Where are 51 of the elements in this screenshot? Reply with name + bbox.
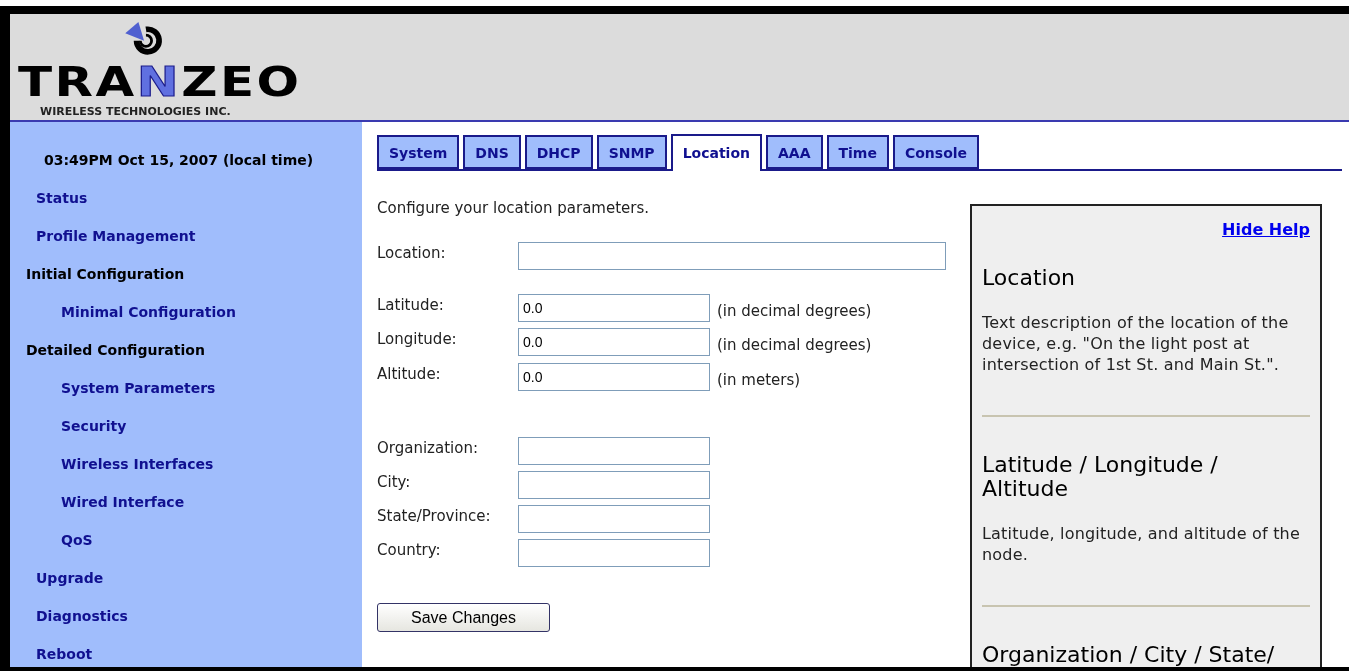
help-text: Latitude, longitude, and altitude of the node. (982, 523, 1301, 565)
sidebar-link[interactable]: Status (10, 188, 88, 226)
help-heading: Organization / City / State/ (982, 643, 1276, 667)
input-field[interactable]: 0.0 (518, 362, 710, 391)
sidebar-link[interactable]: Profile Management (10, 226, 196, 264)
tab[interactable]: Console (892, 135, 980, 169)
input-field[interactable] (518, 471, 710, 499)
unit-label: (in meters) (717, 369, 801, 391)
sidebar-heading: Initial Configuration (25, 265, 185, 284)
input-field[interactable] (518, 505, 710, 533)
logo-tagline: WIRELESS TECHNOLOGIES INC. (40, 103, 231, 120)
input-field[interactable] (518, 241, 946, 270)
field-label: State/Province: (377, 506, 492, 527)
sidebar-link[interactable]: System Parameters (10, 378, 216, 416)
field-label: Altitude: (377, 363, 442, 385)
sidebar-link[interactable]: QoS (10, 530, 93, 568)
help-heading: Latitude / Longitude / Altitude (982, 453, 1219, 501)
unit-label: (in decimal degrees) (717, 300, 872, 322)
tab[interactable]: System (377, 135, 460, 169)
input-field[interactable]: 0.0 (518, 293, 710, 322)
sidebar-link[interactable]: Reboot (10, 644, 93, 667)
sidebar-link[interactable]: Minimal Configuration (10, 302, 236, 340)
help-heading: Location (982, 266, 1077, 290)
hide-help-link[interactable]: Hide Help (1222, 218, 1310, 242)
field-label: Organization: (377, 438, 479, 459)
tab[interactable]: DHCP (524, 135, 593, 169)
field-label: City: (377, 472, 412, 493)
sidebar-heading: Detailed Configuration (25, 341, 205, 360)
input-field[interactable]: 0.0 (518, 328, 710, 356)
field-label: Latitude: (377, 294, 445, 316)
input-field[interactable] (518, 539, 710, 567)
field-label: Location: (377, 242, 447, 264)
sidebar-link[interactable]: Upgrade (10, 568, 104, 606)
date-time: 03:49PM Oct 15, 2007 (local time) (43, 151, 315, 170)
tab[interactable]: SNMP (596, 135, 667, 169)
logo-wordmark: TRAN ZEO (18, 61, 302, 102)
tab[interactable]: DNS (463, 135, 521, 169)
unit-label: (in decimal degrees) (717, 335, 872, 356)
sidebar-link[interactable]: Wireless Interfaces (10, 454, 214, 492)
save-button[interactable]: Save Changes (377, 603, 550, 632)
input-field[interactable] (518, 437, 710, 465)
tab[interactable]: AAA (766, 135, 823, 169)
sidebar-link[interactable]: Diagnostics (10, 606, 128, 644)
intro-text: Configure your location parameters. (377, 198, 651, 219)
sidebar-link[interactable]: Wired Interface (10, 492, 185, 530)
tab[interactable]: Time (826, 135, 889, 169)
tab[interactable]: Location (670, 134, 762, 171)
help-text: Text description of the location of the device, e.g. "On the light post at intersection of 1st St. and Main St.". (982, 312, 1290, 375)
sidebar-link[interactable]: Security (10, 416, 127, 454)
field-label: Country: (377, 540, 442, 561)
field-label: Longitude: (377, 329, 458, 350)
